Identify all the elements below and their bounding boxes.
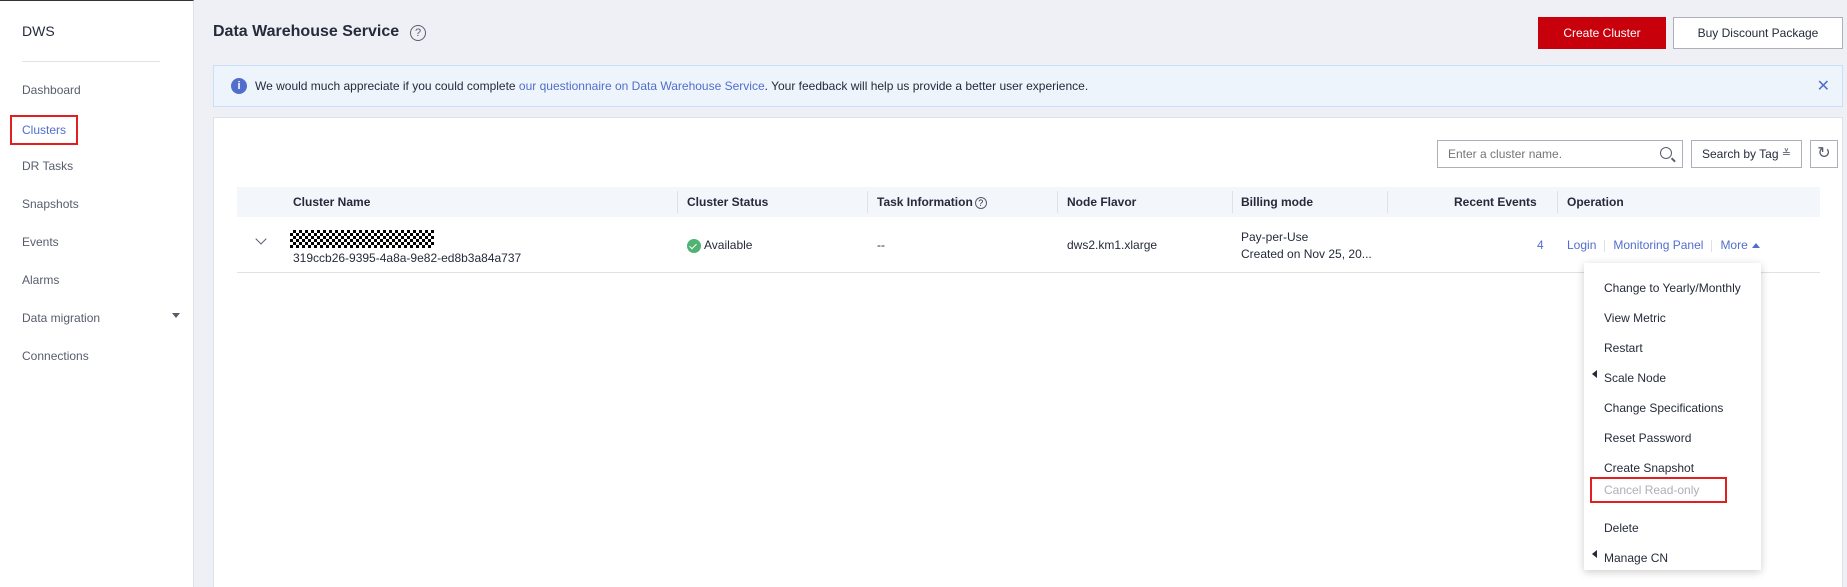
menu-item-scale-node[interactable]: Scale Node: [1604, 370, 1666, 386]
double-chevron-down-icon: ≚: [1781, 148, 1791, 160]
op-divider: [1604, 239, 1606, 252]
col-operation: Operation: [1567, 195, 1624, 209]
col-task-information-label: Task Information: [877, 195, 973, 209]
notice-banner: i We would much appreciate if you could …: [213, 65, 1843, 107]
sidebar: DWS Dashboard Clusters DR Tasks Snapshot…: [0, 0, 194, 587]
col-billing-mode[interactable]: Billing mode: [1241, 187, 1313, 217]
col-divider: [1057, 191, 1058, 213]
sidebar-item-snapshots[interactable]: Snapshots: [22, 194, 79, 214]
operation-links: Login Monitoring Panel More: [1567, 238, 1760, 252]
chevron-down-icon[interactable]: [255, 233, 267, 245]
sidebar-divider: [22, 61, 160, 62]
created-date: Created on Nov 25, 20...: [1241, 247, 1372, 261]
page-title: Data Warehouse Service: [213, 23, 400, 40]
menu-item-delete[interactable]: Delete: [1604, 520, 1639, 536]
questionnaire-link[interactable]: our questionnaire on Data Warehouse Serv…: [519, 79, 765, 93]
col-cluster-name[interactable]: Cluster Name: [293, 187, 370, 217]
brand-title: DWS: [22, 23, 55, 39]
login-link[interactable]: Login: [1567, 238, 1596, 252]
question-circle-icon[interactable]: ?: [974, 196, 987, 209]
caret-up-icon: [1751, 243, 1760, 249]
search-by-tag-button[interactable]: Search by Tag ≚: [1691, 140, 1802, 168]
notice-suffix: . Your feedback will help us provide a b…: [764, 79, 1089, 93]
col-divider: [1557, 191, 1558, 213]
info-icon: i: [231, 78, 247, 94]
search-icon[interactable]: [1660, 147, 1672, 159]
caret-left-icon: [1592, 550, 1597, 558]
col-task-information[interactable]: Task Information?: [877, 187, 987, 217]
menu-item-restart[interactable]: Restart: [1604, 340, 1643, 356]
menu-item-manage-cn[interactable]: Manage CN: [1604, 550, 1668, 566]
notice-prefix: We would much appreciate if you could co…: [255, 79, 519, 93]
menu-item-reset-password[interactable]: Reset Password: [1604, 430, 1691, 446]
table-header: Cluster Name Cluster Status Task Informa…: [237, 187, 1820, 217]
col-divider: [677, 191, 678, 213]
sidebar-item-data-migration[interactable]: Data migration: [22, 308, 100, 328]
check-circle-icon: [687, 238, 701, 253]
col-divider: [1387, 191, 1388, 213]
sidebar-item-clusters[interactable]: Clusters: [9, 115, 79, 145]
col-divider: [1232, 191, 1233, 213]
status-badge: Available: [687, 238, 752, 253]
table-row: 319ccb26-9395-4a8a-9e82-ed8b3a84a737 Ava…: [237, 217, 1820, 273]
task-info: --: [877, 238, 885, 252]
status-text: Available: [704, 238, 753, 252]
col-divider: [867, 191, 868, 213]
more-dropdown-link[interactable]: More: [1720, 238, 1747, 252]
sidebar-item-dr-tasks[interactable]: DR Tasks: [22, 156, 73, 176]
sidebar-item-events[interactable]: Events: [22, 232, 59, 252]
notice-text: We would much appreciate if you could co…: [255, 79, 1088, 93]
op-divider: [1711, 239, 1713, 252]
node-flavor: dws2.km1.xlarge: [1067, 238, 1158, 252]
menu-item-cancel-read-only: Cancel Read-only: [1604, 483, 1700, 497]
monitoring-panel-link[interactable]: Monitoring Panel: [1613, 238, 1703, 252]
menu-item-change-specifications[interactable]: Change Specifications: [1604, 400, 1723, 416]
col-recent-events[interactable]: Recent Events: [1454, 187, 1537, 217]
question-circle-icon[interactable]: ?: [410, 25, 426, 41]
menu-item-view-metric[interactable]: View Metric: [1604, 310, 1666, 326]
sidebar-item-alarms[interactable]: Alarms: [22, 270, 59, 290]
search-by-tag-label: Search by Tag: [1702, 147, 1779, 161]
chevron-down-icon[interactable]: [172, 313, 180, 318]
billing-mode: Pay-per-Use: [1241, 230, 1309, 244]
sidebar-item-connections[interactable]: Connections: [22, 346, 89, 366]
close-icon[interactable]: ✕: [1817, 76, 1830, 96]
masked-cluster-name: [290, 230, 434, 248]
cluster-search[interactable]: [1437, 140, 1683, 168]
more-menu: Change to Yearly/Monthly View Metric Res…: [1584, 263, 1761, 570]
caret-left-icon: [1592, 370, 1597, 378]
menu-item-create-snapshot[interactable]: Create Snapshot: [1604, 460, 1694, 476]
create-cluster-button[interactable]: Create Cluster: [1538, 17, 1666, 49]
menu-item-change-to-yearly-monthly[interactable]: Change to Yearly/Monthly: [1604, 280, 1741, 296]
refresh-icon[interactable]: ↻: [1810, 140, 1838, 168]
sidebar-item-dashboard[interactable]: Dashboard: [22, 80, 81, 100]
cluster-id: 319ccb26-9395-4a8a-9e82-ed8b3a84a737: [293, 251, 522, 265]
buy-discount-package-button[interactable]: Buy Discount Package: [1673, 17, 1843, 49]
recent-events-count[interactable]: 4: [1537, 238, 1544, 252]
col-node-flavor[interactable]: Node Flavor: [1067, 187, 1136, 217]
col-cluster-status[interactable]: Cluster Status: [687, 187, 768, 217]
search-input[interactable]: [1438, 141, 1638, 167]
